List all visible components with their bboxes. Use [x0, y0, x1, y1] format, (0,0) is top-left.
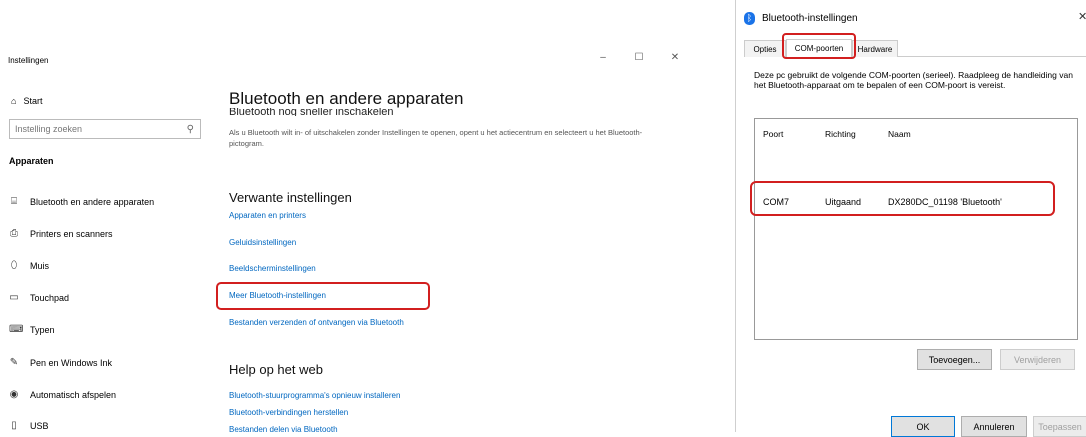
maximize-button[interactable]: ☐ — [633, 52, 645, 63]
link-reinstall-drivers[interactable]: Bluetooth-stuurprogramma's opnieuw insta… — [229, 391, 400, 400]
highlight-box-more-bluetooth — [216, 282, 430, 310]
sidebar-item-bluetooth[interactable]: ⌸ Bluetooth en andere apparaten — [9, 196, 154, 207]
sidebar-item-label: Typen — [30, 324, 55, 335]
bluetooth-icon: ᛒ — [744, 12, 755, 25]
sidebar-item-label: Touchpad — [30, 292, 70, 303]
dialog-title: Bluetooth-instellingen — [762, 13, 858, 24]
highlight-box-com-tab — [782, 33, 856, 59]
tab-hardware-label: Hardware — [857, 44, 893, 54]
link-share-files[interactable]: Bestanden delen via Bluetooth — [229, 425, 338, 434]
home-icon: ⌂ — [11, 96, 17, 106]
sidebar-item-autoplay[interactable]: ◉ Automatisch afspelen — [9, 389, 116, 400]
touchpad-icon: ▭ — [9, 292, 19, 303]
bluetooth-settings-dialog: ᛒ Bluetooth-instellingen ✕ Opties COM-po… — [735, 0, 1086, 437]
apply-button[interactable]: Toepassen — [1033, 416, 1086, 437]
ok-button[interactable]: OK — [891, 416, 955, 437]
sidebar-item-usb[interactable]: ▯ USB — [9, 420, 49, 431]
section-heading: Apparaten — [9, 156, 54, 166]
app-title: Instellingen — [8, 56, 49, 65]
description-text: Als u Bluetooth wilt in- of uitschakelen… — [229, 128, 643, 148]
nav-start-label: Start — [23, 96, 43, 106]
sidebar-item-label: Automatisch afspelen — [30, 389, 117, 400]
keyboard-icon: ⌨ — [9, 324, 24, 335]
tab-hardware[interactable]: Hardware — [852, 40, 898, 57]
window-controls: – ☐ ✕ — [597, 52, 681, 63]
link-display-settings[interactable]: Beeldscherminstellingen — [229, 264, 316, 273]
dialog-close-button[interactable]: ✕ — [1078, 10, 1086, 23]
sidebar-item-label: Pen en Windows Ink — [30, 357, 113, 368]
highlight-box-com7-row — [750, 181, 1055, 216]
tab-options-label: Opties — [753, 44, 777, 54]
column-header-port[interactable]: Poort — [763, 129, 783, 139]
printer-icon: ⎙ — [10, 228, 18, 239]
bluetooth-devices-icon: ⌸ — [11, 196, 17, 207]
pen-icon: ✎ — [9, 357, 19, 368]
column-header-direction[interactable]: Richting — [825, 129, 856, 139]
search-input[interactable]: Instelling zoeken ⚲ — [9, 119, 201, 139]
tab-options[interactable]: Opties — [744, 40, 786, 57]
link-send-receive-files[interactable]: Bestanden verzenden of ontvangen via Blu… — [229, 318, 404, 327]
sidebar-item-mouse[interactable]: ⬯ Muis — [9, 260, 49, 271]
sidebar-item-label: USB — [30, 420, 49, 431]
sidebar-item-label: Printers en scanners — [30, 228, 113, 239]
sidebar-item-typing[interactable]: ⌨ Typen — [9, 324, 55, 335]
add-button[interactable]: Toevoegen... — [917, 349, 992, 370]
nav-start[interactable]: ⌂ Start — [11, 96, 42, 106]
close-button[interactable]: ✕ — [669, 52, 681, 63]
com-ports-description: Deze pc gebruikt de volgende COM-poorten… — [754, 70, 1073, 90]
related-settings-heading: Verwante instellingen — [229, 190, 352, 205]
help-heading: Help op het web — [229, 362, 323, 377]
remove-button[interactable]: Verwijderen — [1000, 349, 1075, 370]
autoplay-icon: ◉ — [9, 389, 19, 400]
sidebar-item-label: Bluetooth en andere apparaten — [30, 196, 155, 207]
minimize-button[interactable]: – — [597, 52, 609, 63]
link-sound-settings[interactable]: Geluidsinstellingen — [229, 238, 296, 247]
com-port-list[interactable]: Poort Richting Naam COM7 Uitgaand DX280D… — [754, 118, 1078, 340]
dialog-title-bar: ᛒ Bluetooth-instellingen — [744, 12, 858, 25]
link-devices-printers[interactable]: Apparaten en printers — [229, 211, 306, 220]
usb-icon: ▯ — [11, 420, 17, 431]
settings-window: Instellingen – ☐ ✕ ⌂ Start Instelling zo… — [0, 0, 700, 434]
sidebar-item-label: Muis — [30, 260, 50, 271]
section-heading-cut: Bluetooth nog sneller inschakelen — [229, 108, 394, 116]
mouse-icon: ⬯ — [10, 260, 18, 271]
sidebar-item-pen[interactable]: ✎ Pen en Windows Ink — [9, 357, 112, 368]
search-placeholder: Instelling zoeken — [15, 124, 83, 134]
sidebar-item-printers[interactable]: ⎙ Printers en scanners — [9, 228, 113, 239]
page-title: Bluetooth en andere apparaten — [229, 89, 464, 108]
search-icon: ⚲ — [186, 124, 194, 135]
link-fix-connections[interactable]: Bluetooth-verbindingen herstellen — [229, 408, 348, 417]
column-header-name[interactable]: Naam — [888, 129, 911, 139]
sidebar-item-touchpad[interactable]: ▭ Touchpad — [9, 292, 69, 303]
cancel-button[interactable]: Annuleren — [961, 416, 1027, 437]
